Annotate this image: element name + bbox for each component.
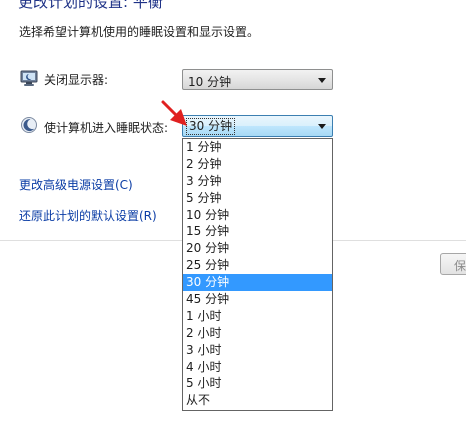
moon-icon xyxy=(21,117,37,133)
display-off-label: 关闭显示器: xyxy=(44,73,109,87)
sleep-value: 30 分钟 xyxy=(186,118,236,135)
display-off-value: 10 分钟 xyxy=(188,75,232,89)
dropdown-option[interactable]: 30 分钟 xyxy=(183,274,332,292)
chevron-down-icon xyxy=(318,124,326,129)
dropdown-option[interactable]: 2 小时 xyxy=(183,325,332,342)
dropdown-option[interactable]: 10 分钟 xyxy=(183,207,332,224)
advanced-power-settings-link[interactable]: 更改高级电源设置(C) xyxy=(19,176,133,193)
chevron-down-icon xyxy=(318,78,326,83)
display-off-select[interactable]: 10 分钟 xyxy=(182,69,333,90)
dropdown-option[interactable]: 从不 xyxy=(183,392,332,409)
dropdown-option[interactable]: 1 小时 xyxy=(183,308,332,325)
page-title: 更改计划的设置: 平衡 xyxy=(18,0,163,11)
dropdown-option[interactable]: 2 分钟 xyxy=(183,156,332,173)
dropdown-option[interactable]: 20 分钟 xyxy=(183,240,332,257)
monitor-icon xyxy=(20,70,38,86)
dropdown-option[interactable]: 25 分钟 xyxy=(183,257,332,274)
page-description: 选择希望计算机使用的睡眠设置和显示设置。 xyxy=(19,25,260,39)
dropdown-option[interactable]: 45 分钟 xyxy=(183,291,332,308)
restore-defaults-link[interactable]: 还原此计划的默认设置(R) xyxy=(19,207,157,224)
dropdown-option[interactable]: 5 小时 xyxy=(183,375,332,392)
dropdown-option[interactable]: 3 分钟 xyxy=(183,173,332,190)
dropdown-option[interactable]: 5 分钟 xyxy=(183,190,332,207)
sleep-select[interactable]: 30 分钟 xyxy=(182,115,333,137)
dropdown-option[interactable]: 3 小时 xyxy=(183,342,332,359)
save-button[interactable]: 保 xyxy=(440,253,466,275)
dropdown-option[interactable]: 4 小时 xyxy=(183,359,332,376)
dropdown-option[interactable]: 1 分钟 xyxy=(183,139,332,156)
sleep-label: 使计算机进入睡眠状态: xyxy=(44,121,169,135)
dropdown-option[interactable]: 15 分钟 xyxy=(183,223,332,240)
sleep-dropdown-list[interactable]: 1 分钟 2 分钟 3 分钟 5 分钟 10 分钟 15 分钟 20 分钟 25… xyxy=(182,138,333,411)
